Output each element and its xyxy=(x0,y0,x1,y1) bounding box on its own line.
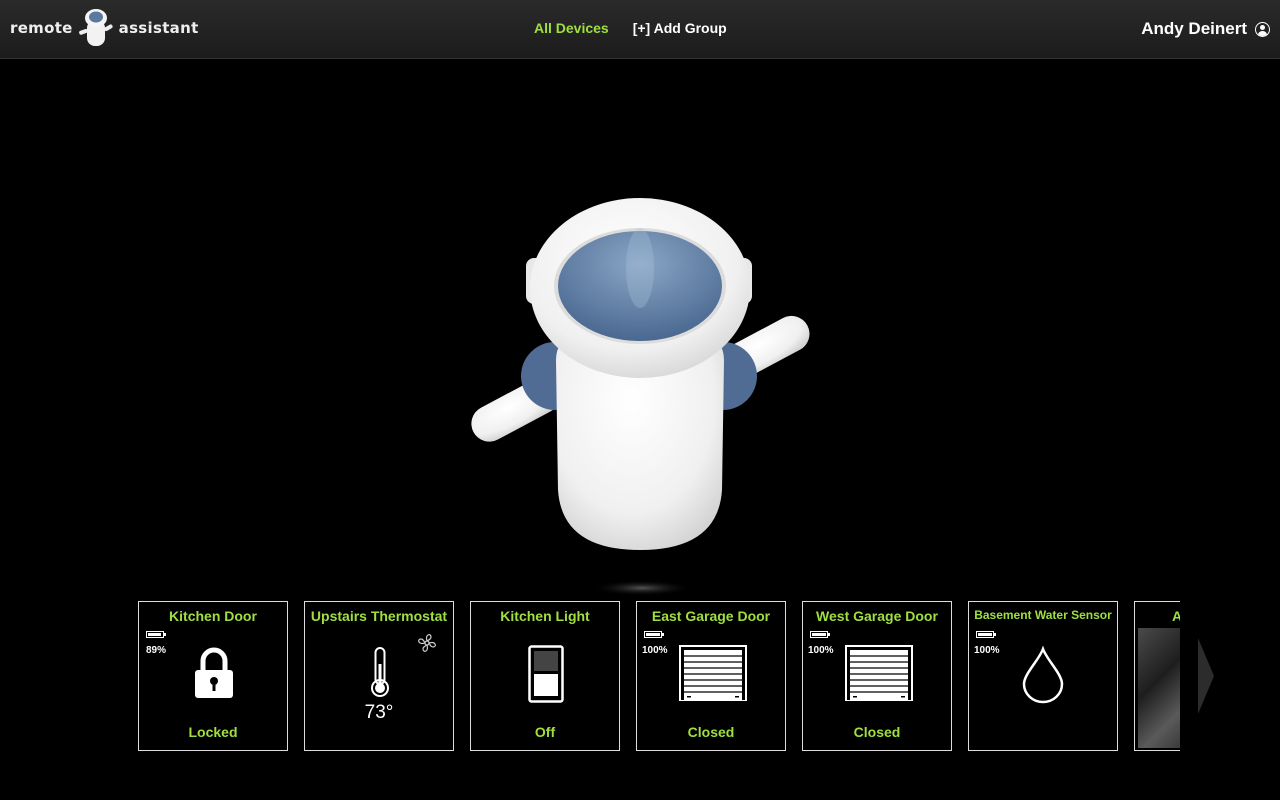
device-card-kitchen-light[interactable]: Kitchen Light Off xyxy=(470,601,620,751)
battery-percent: 100% xyxy=(642,645,668,656)
device-card-upstairs-thermostat[interactable]: Upstairs Thermostat 73° xyxy=(304,601,454,751)
battery-icon xyxy=(810,631,830,638)
carousel-next-arrow-icon[interactable] xyxy=(1196,636,1216,716)
camera-thumbnail xyxy=(1138,628,1180,748)
battery-icon xyxy=(146,631,166,638)
garage-door-icon xyxy=(679,645,747,701)
device-title: Basement Water Sensor xyxy=(974,608,1112,622)
logo-text-remote: remote xyxy=(10,19,73,37)
device-status: Closed xyxy=(853,724,901,740)
battery-icon xyxy=(976,631,996,638)
device-status: Closed xyxy=(687,724,735,740)
device-title: Kitchen Light xyxy=(500,608,590,624)
device-title: Upstairs Thermostat xyxy=(310,608,448,624)
light-switch-icon[interactable] xyxy=(528,645,564,703)
battery-percent: 100% xyxy=(974,645,1000,656)
thermometer-icon xyxy=(371,647,389,697)
device-title: East Garage Door xyxy=(651,608,771,624)
thermostat-temperature: 73° xyxy=(364,702,394,723)
device-card-kitchen-door[interactable]: Kitchen Door 89% Locked xyxy=(138,601,288,751)
device-carousel: Kitchen Door 89% Locked Upstairs Thermos… xyxy=(138,601,1180,751)
main-nav: All Devices [+] Add Group xyxy=(534,0,727,56)
mascot-logo-icon xyxy=(78,9,113,46)
logo-text-assistant: assistant xyxy=(118,19,199,37)
fan-icon xyxy=(418,634,436,652)
device-card-camera[interactable]: A xyxy=(1134,601,1180,751)
top-bar: remote assistant All Devices [+] Add Gro… xyxy=(0,0,1280,59)
device-card-east-garage-door[interactable]: East Garage Door 100% Closed xyxy=(636,601,786,751)
device-status: Off xyxy=(534,724,556,740)
nav-add-group[interactable]: [+] Add Group xyxy=(633,20,727,36)
logo[interactable]: remote assistant xyxy=(10,6,199,50)
battery-percent: 89% xyxy=(146,645,167,656)
device-status: Locked xyxy=(188,724,238,740)
device-title: Kitchen Door xyxy=(169,608,257,624)
battery-icon xyxy=(644,631,664,638)
device-card-west-garage-door[interactable]: West Garage Door 100% Closed xyxy=(802,601,952,751)
user-profile-icon[interactable] xyxy=(1255,21,1270,37)
device-card-basement-water-sensor[interactable]: Basement Water Sensor 100% xyxy=(968,601,1118,751)
user-name: Andy Deinert xyxy=(1141,19,1247,38)
device-title: West Garage Door xyxy=(816,608,938,624)
water-drop-icon xyxy=(1022,646,1064,704)
user-menu[interactable]: Andy Deinert xyxy=(1141,0,1270,58)
device-title: A xyxy=(1172,608,1180,624)
garage-door-icon xyxy=(845,645,913,701)
nav-all-devices[interactable]: All Devices xyxy=(534,20,609,36)
lock-icon xyxy=(195,647,233,698)
battery-percent: 100% xyxy=(808,645,834,656)
robot-mascot-illustration xyxy=(471,198,810,596)
